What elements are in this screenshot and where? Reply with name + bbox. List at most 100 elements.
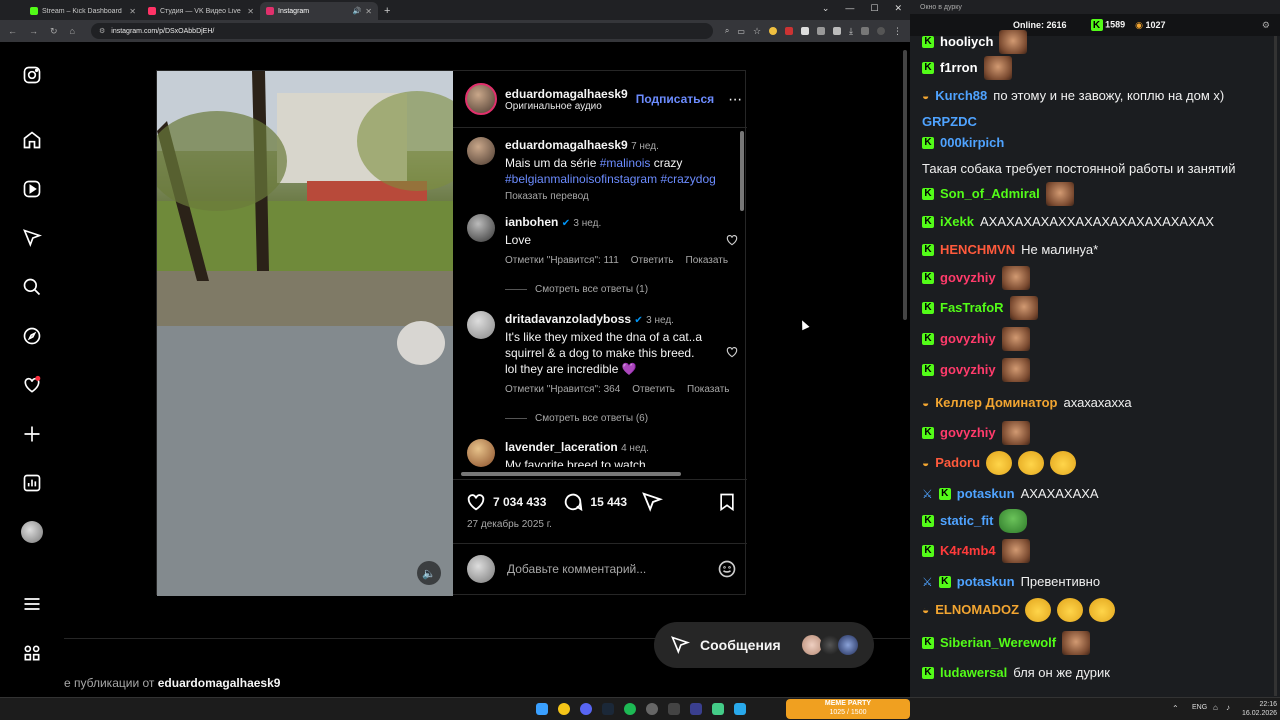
author-username[interactable]: eduardomagalhaesk9 <box>505 87 628 101</box>
comment-username[interactable]: lavender_laceration <box>505 440 618 454</box>
menu-dots-icon[interactable]: ⋮ <box>893 26 902 37</box>
chat-username[interactable]: Son_of_Admiral <box>940 184 1040 204</box>
save-bookmark-icon[interactable] <box>717 491 737 513</box>
chat-username[interactable]: potaskun <box>957 484 1015 504</box>
cast-icon[interactable]: ▭ <box>737 27 745 36</box>
app-icon[interactable] <box>712 703 724 715</box>
home-icon[interactable] <box>21 129 43 151</box>
clock[interactable]: 22:16 16.02.2026 <box>1242 700 1277 718</box>
chat-username[interactable]: Padoru <box>935 453 980 473</box>
reels-icon[interactable] <box>21 178 43 200</box>
view-replies-button[interactable]: Смотреть все ответы (1) <box>505 284 648 295</box>
search-icon[interactable] <box>21 276 43 298</box>
new-tab-button[interactable]: + <box>384 5 390 17</box>
like-count[interactable]: 7 034 433 <box>493 495 546 509</box>
direct-send-icon[interactable] <box>21 227 43 249</box>
app-icon[interactable] <box>690 703 702 715</box>
more-posts-username[interactable]: eduardomagalhaesk9 <box>158 676 281 690</box>
comment-avatar[interactable] <box>467 311 495 339</box>
post-video[interactable]: 🔈 <box>157 71 453 596</box>
extension-icon[interactable] <box>801 27 810 35</box>
chat-username[interactable]: static_fit <box>940 511 993 531</box>
comment-avatar[interactable] <box>467 439 495 467</box>
chat-username[interactable]: govyzhiy <box>940 268 996 288</box>
hashtag-link[interactable]: #malinois <box>600 156 651 170</box>
chat-username[interactable]: govyzhiy <box>940 329 996 349</box>
forward-icon[interactable]: → <box>29 26 38 36</box>
chat-username[interactable]: f1rron <box>940 58 978 78</box>
messages-button[interactable]: Сообщения <box>654 622 874 668</box>
chat-username[interactable]: Siberian_Werewolf <box>940 633 1056 653</box>
chat-username[interactable]: ludawersal <box>940 663 1007 683</box>
chat-username[interactable]: FasTrafoR <box>940 298 1004 318</box>
back-icon[interactable]: ← <box>8 26 17 36</box>
view-replies-button[interactable]: Смотреть все ответы (6) <box>505 413 648 424</box>
start-menu-icon[interactable] <box>536 703 548 715</box>
spotify-icon[interactable] <box>624 703 636 715</box>
page-scrollbar[interactable] <box>903 50 907 320</box>
download-icon[interactable]: ⤓ <box>849 26 853 37</box>
maximize-button[interactable]: ☐ <box>870 3 878 14</box>
home-icon[interactable]: ⌂ <box>70 26 75 36</box>
profile-avatar[interactable] <box>21 521 43 543</box>
horizontal-scrollbar[interactable] <box>453 471 747 477</box>
language-indicator[interactable]: ENG <box>1192 704 1207 711</box>
follow-button[interactable]: Подписаться <box>636 92 714 106</box>
explore-compass-icon[interactable] <box>21 325 43 347</box>
chat-username[interactable]: iXekk <box>940 212 974 232</box>
tab-kick-dashboard[interactable]: Stream – Kick Dashboard ✕ <box>24 2 142 20</box>
close-tab-icon[interactable]: ✕ <box>365 7 372 16</box>
meme-party-widget[interactable]: MEME PARTY 1025 / 1500 <box>786 699 910 719</box>
discord-icon[interactable] <box>580 703 592 715</box>
show-translation-button[interactable]: Показать <box>687 384 730 395</box>
comment-bubble-icon[interactable] <box>562 491 584 513</box>
chat-username[interactable]: govyzhiy <box>940 360 996 380</box>
author-avatar[interactable] <box>465 83 497 115</box>
tab-vk-studio[interactable]: Студия — VK Видео Live ✕ <box>142 2 260 20</box>
comment-likes[interactable]: Отметки "Нравится": 111 <box>505 255 619 266</box>
close-window-button[interactable]: ✕ <box>894 3 902 14</box>
close-tab-icon[interactable]: ✕ <box>247 7 254 16</box>
comment-username[interactable]: ianbohen <box>505 215 558 229</box>
share-icon[interactable] <box>641 491 664 513</box>
chat-username[interactable]: hooliych <box>940 32 993 52</box>
app-icon[interactable] <box>668 703 680 715</box>
tray-chevron-icon[interactable]: ⌃ <box>1172 704 1179 713</box>
bookmark-star-icon[interactable]: ☆ <box>753 26 761 37</box>
like-heart-icon[interactable] <box>465 491 487 513</box>
chat-username[interactable]: govyzhiy <box>940 423 996 443</box>
network-icon[interactable]: ⌂ <box>1213 703 1218 712</box>
extension-icon[interactable] <box>769 27 778 35</box>
comment-username[interactable]: dritadavanzoladyboss <box>505 312 631 326</box>
comment-input[interactable]: Добавьте комментарий... <box>507 562 705 576</box>
also-from-meta-icon[interactable] <box>21 642 43 664</box>
chat-scrollbar[interactable] <box>1274 36 1277 696</box>
show-translation-button[interactable]: Показать <box>686 255 729 266</box>
chat-username[interactable]: potaskun <box>957 572 1015 592</box>
like-comment-icon[interactable] <box>725 345 739 359</box>
chat-username[interactable]: ELNOMADOZ <box>935 600 1019 620</box>
minimize-button[interactable]: — <box>845 3 854 14</box>
reply-button[interactable]: Ответить <box>631 255 674 266</box>
caption-avatar[interactable] <box>467 137 495 165</box>
comment-avatar[interactable] <box>467 214 495 242</box>
reload-icon[interactable]: ↻ <box>50 26 58 37</box>
chat-username-mention[interactable]: GRPZDC <box>922 112 977 132</box>
site-info-icon[interactable]: ⚙ <box>99 27 105 35</box>
telegram-icon[interactable] <box>734 703 746 715</box>
extension-icon[interactable] <box>861 27 869 35</box>
close-tab-icon[interactable]: ✕ <box>129 7 136 16</box>
vertical-scrollbar[interactable] <box>740 131 744 211</box>
search-icon[interactable]: ⌕ <box>725 26 729 36</box>
audio-playing-icon[interactable]: 🔊 <box>353 7 362 15</box>
url-field[interactable]: ⚙ instagram.com/p/DSxOAbbDjEH/ <box>90 23 713 39</box>
hashtag-link[interactable]: #crazydog <box>660 172 715 186</box>
profile-icon[interactable] <box>877 27 885 35</box>
extension-icon[interactable] <box>785 27 794 35</box>
audio-label[interactable]: Оригинальное аудио <box>505 101 628 112</box>
chrome-icon[interactable] <box>558 703 570 715</box>
chat-username[interactable]: K4r4mb4 <box>940 541 996 561</box>
volume-icon[interactable]: ♪ <box>1226 703 1230 712</box>
dashboard-icon[interactable] <box>21 472 43 494</box>
chat-username[interactable]: 000kirpich <box>940 133 1004 153</box>
